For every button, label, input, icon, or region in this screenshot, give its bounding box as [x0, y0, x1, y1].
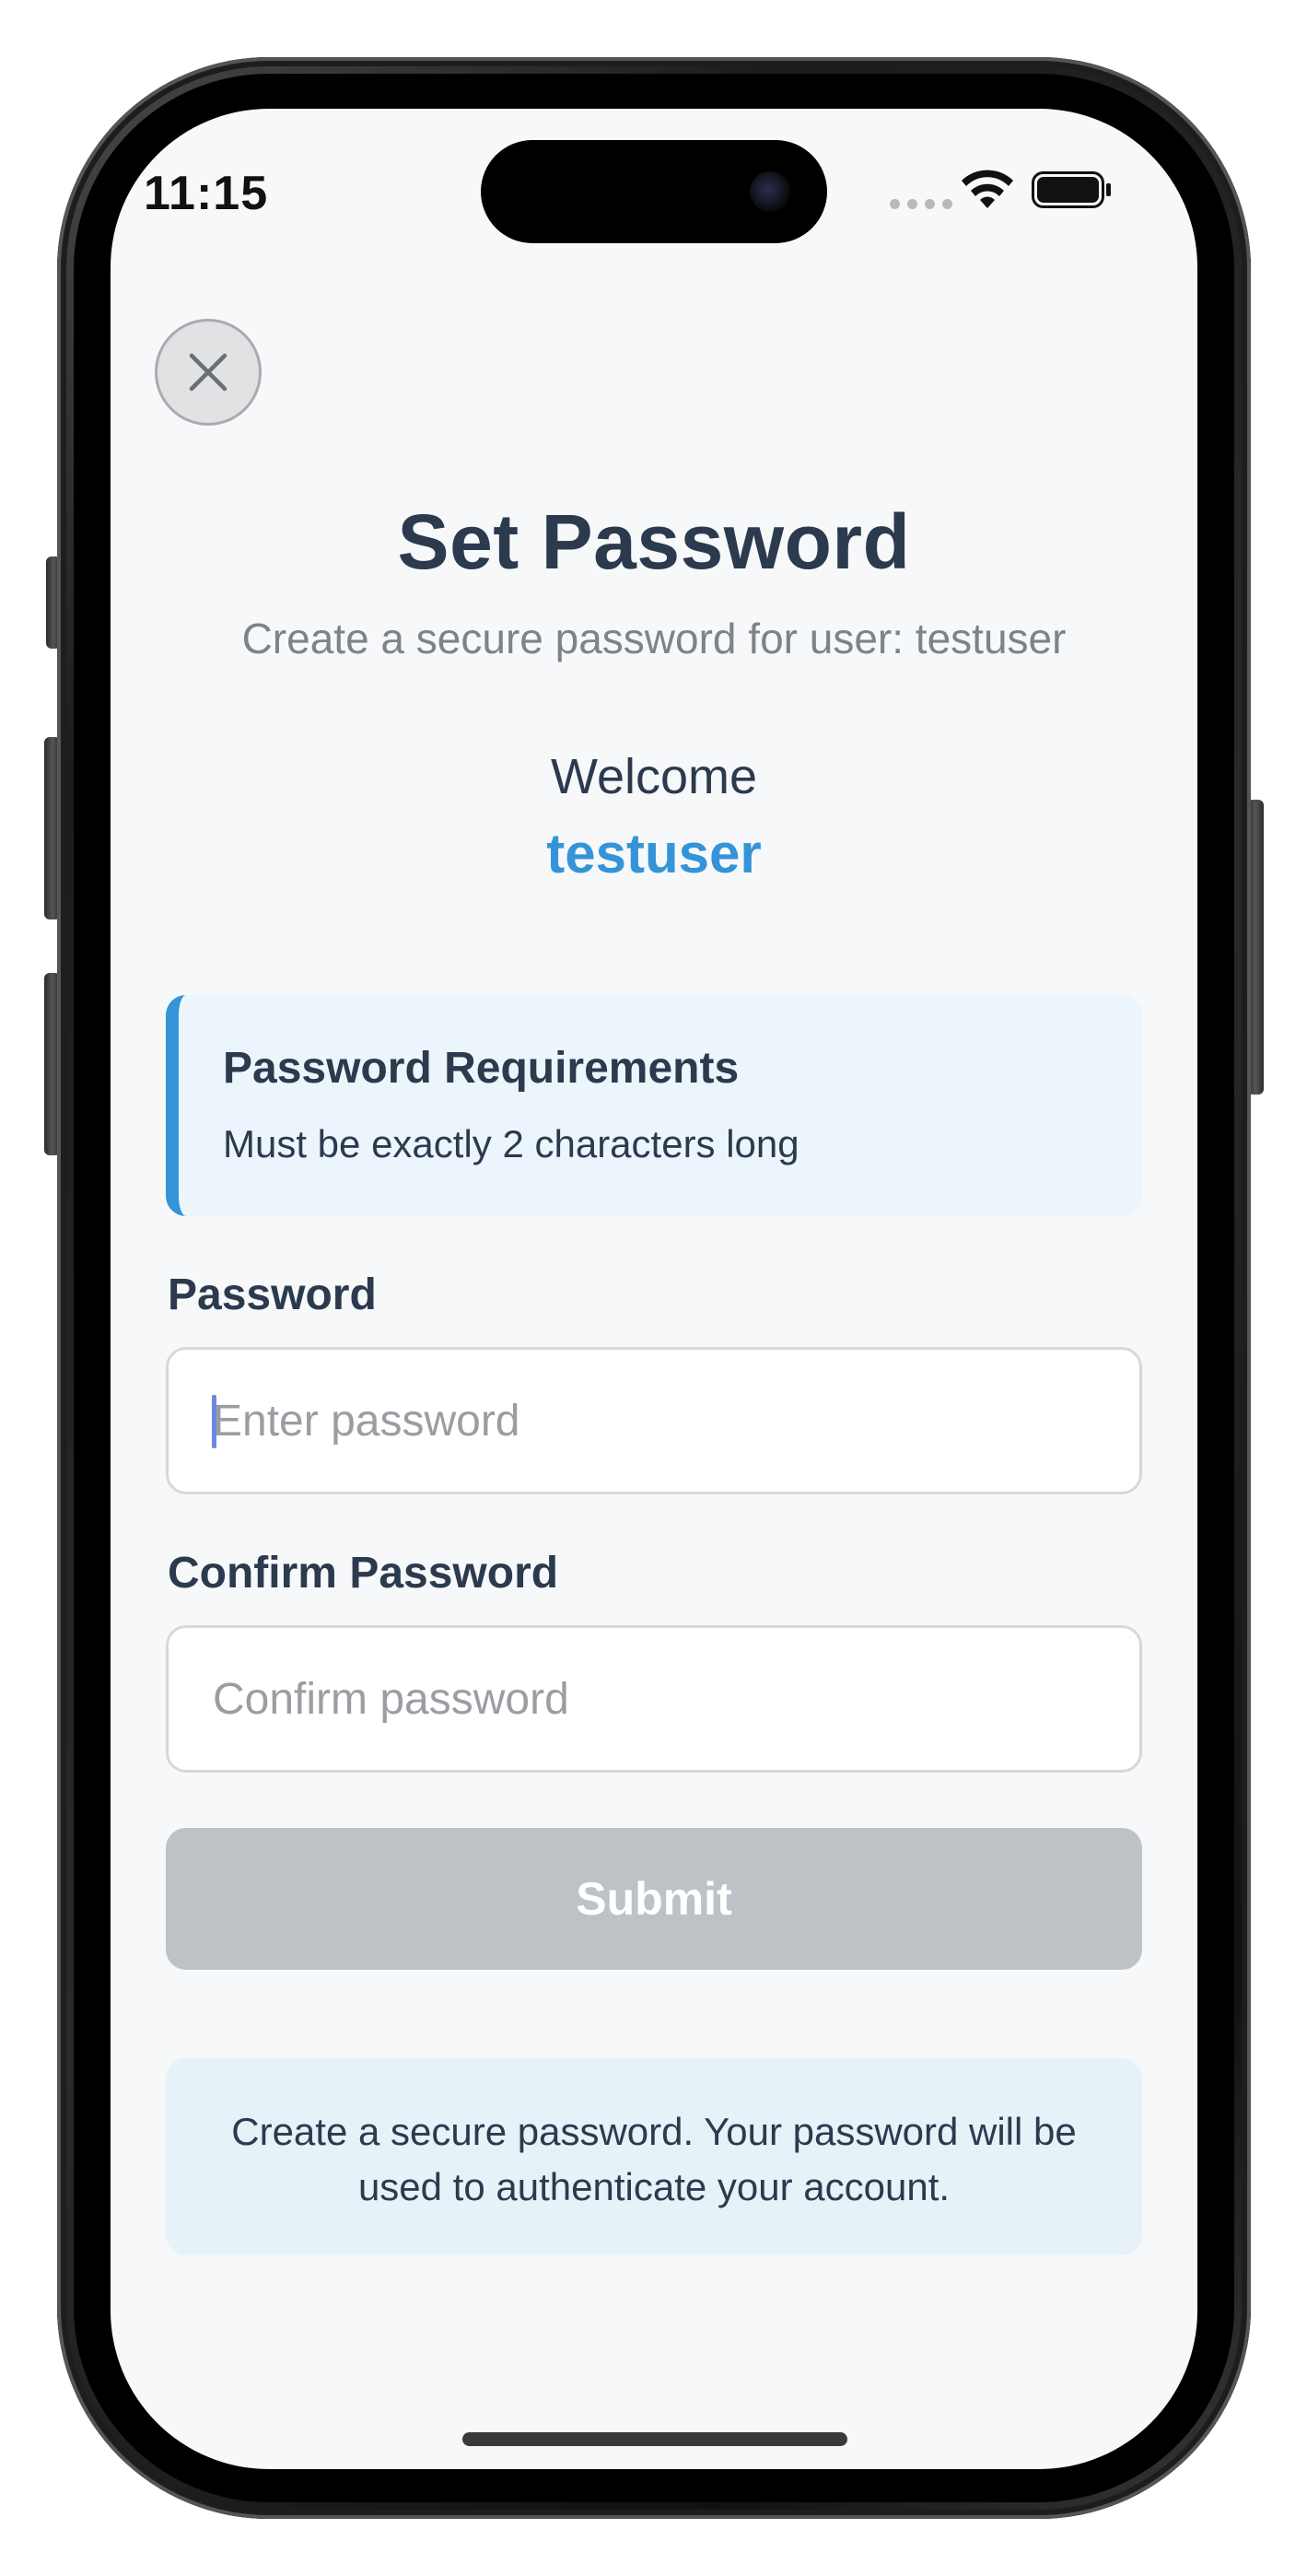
x-close-icon: [189, 353, 228, 392]
wifi-icon: [962, 170, 1013, 208]
status-time: 11:15: [144, 167, 269, 220]
dynamic-island: [481, 140, 827, 243]
home-indicator[interactable]: [462, 2432, 847, 2446]
requirements-title: Password Requirements: [223, 1044, 740, 1093]
welcome-username: testuser: [546, 823, 762, 884]
info-box: Create a secure password. Your password …: [166, 2058, 1142, 2255]
requirements-text: Must be exactly 2 characters long: [223, 1122, 799, 1165]
confirm-password-label: Confirm Password: [168, 1549, 559, 1598]
battery-icon: [1032, 171, 1111, 208]
password-requirements-box: Password Requirements Must be exactly 2 …: [166, 995, 1142, 1216]
text-cursor: [212, 1395, 216, 1448]
confirm-password-input[interactable]: [166, 1625, 1142, 1773]
password-label: Password: [168, 1270, 377, 1319]
camera-icon: [750, 171, 790, 212]
submit-button[interactable]: Submit: [166, 1828, 1142, 1970]
cellular-signal-icon: [890, 199, 952, 209]
page-title: Set Password: [397, 498, 911, 585]
close-button[interactable]: [155, 319, 262, 426]
welcome-label: Welcome: [550, 749, 758, 804]
info-text: Create a secure password. Your password …: [231, 2110, 1077, 2208]
password-input[interactable]: [166, 1347, 1142, 1494]
page-subtitle: Create a secure password for user: testu…: [241, 615, 1067, 662]
